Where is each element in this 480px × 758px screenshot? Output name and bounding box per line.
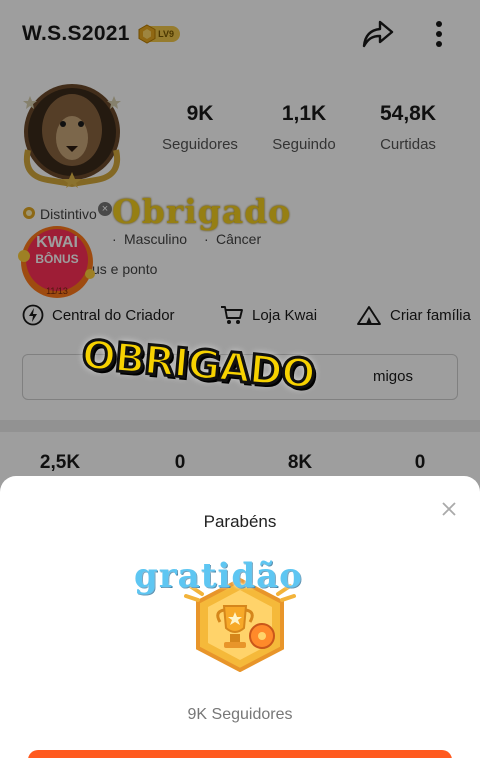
- close-sheet-button[interactable]: [436, 496, 462, 522]
- trophy-icon: [184, 577, 296, 672]
- profile-page: W.S.S2021 LV9 9K Seguidores 1,1K Seguind…: [0, 0, 480, 758]
- sheet-action-button[interactable]: [28, 750, 452, 758]
- close-icon: [442, 502, 456, 516]
- sheet-subtitle: 9K Seguidores: [187, 706, 293, 723]
- sheet-title: Parabéns: [203, 512, 277, 531]
